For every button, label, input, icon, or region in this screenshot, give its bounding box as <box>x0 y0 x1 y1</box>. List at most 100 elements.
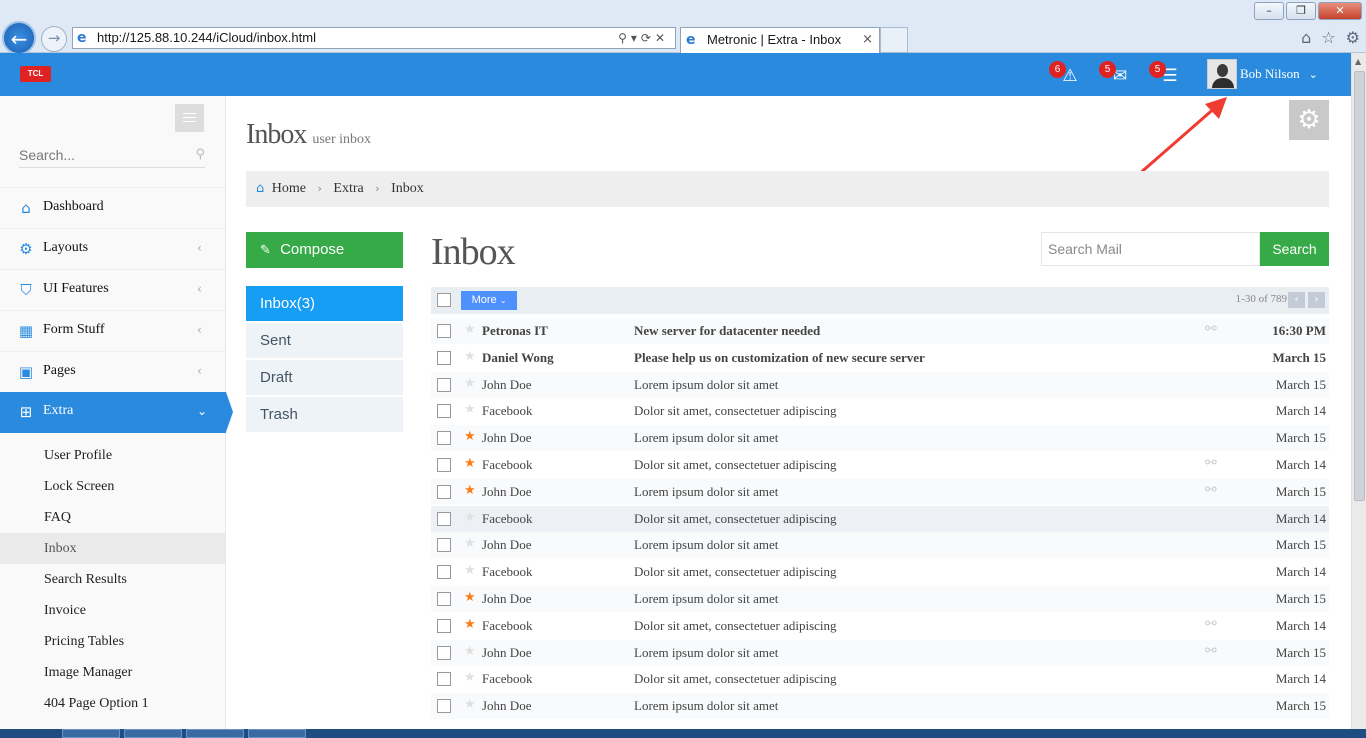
sidebar-item-form-stuff[interactable]: ▦ Form Stuff ‹ <box>0 310 226 351</box>
next-page-button[interactable]: › <box>1308 292 1325 308</box>
star-icon[interactable]: ★ <box>464 456 476 471</box>
star-icon[interactable]: ★ <box>464 590 476 605</box>
mail-row[interactable]: ★ Petronas IT New server for datacenter ne… <box>431 318 1329 344</box>
folder-trash[interactable]: Trash <box>246 397 403 433</box>
mail-row[interactable]: ★ Facebook Dolor sit amet, consectetuer ad… <box>431 452 1329 478</box>
folder-draft[interactable]: Draft <box>246 360 403 396</box>
sidebar-subitem-invoice[interactable]: Invoice <box>0 595 225 626</box>
star-icon[interactable]: ★ <box>464 697 476 712</box>
scroll-up-icon[interactable]: ▲ <box>1355 57 1361 66</box>
browser-tab[interactable]: e Metronic | Extra - Inbox × <box>680 27 880 53</box>
new-tab-button[interactable] <box>880 27 908 53</box>
favorites-star-icon[interactable]: ☆ <box>1321 28 1335 47</box>
row-checkbox[interactable] <box>437 324 451 338</box>
logo[interactable]: TCL <box>20 66 51 82</box>
row-checkbox[interactable] <box>437 485 451 499</box>
sidebar-item-layouts[interactable]: ⚙ Layouts ‹ <box>0 228 226 269</box>
row-checkbox[interactable] <box>437 431 451 445</box>
sidebar-item-extra[interactable]: ⊞ Extra ⌄ <box>0 392 233 433</box>
mail-row[interactable]: ★ Facebook Dolor sit amet, consectetuer ad… <box>431 666 1329 692</box>
back-button[interactable]: ← <box>2 21 36 55</box>
row-checkbox[interactable] <box>437 565 451 579</box>
minimize-icon[interactable]: – <box>1254 2 1284 20</box>
mail-row[interactable]: ★ Daniel Wong Please help us on customizat… <box>431 345 1329 371</box>
row-checkbox[interactable] <box>437 458 451 472</box>
sidebar-subitem-search-results[interactable]: Search Results <box>0 564 225 595</box>
row-checkbox[interactable] <box>437 351 451 365</box>
sidebar-subitem-faq[interactable]: FAQ <box>0 502 225 533</box>
mail-row[interactable]: ★ John Doe Lorem ipsum dolor sit amet ⚯ Marc… <box>431 640 1329 666</box>
row-checkbox[interactable] <box>437 404 451 418</box>
restore-icon[interactable]: ❐ <box>1286 2 1316 20</box>
star-icon[interactable]: ★ <box>464 429 476 444</box>
breadcrumb-extra[interactable]: Extra <box>333 181 363 196</box>
star-icon[interactable]: ★ <box>464 563 476 578</box>
star-icon[interactable]: ★ <box>464 483 476 498</box>
mail-row[interactable]: ★ Facebook Dolor sit amet, consectetuer ad… <box>431 506 1329 532</box>
mail-row[interactable]: ★ Facebook Dolor sit amet, consectetuer ad… <box>431 559 1329 585</box>
taskbar-app[interactable] <box>124 729 182 738</box>
sidebar-subitem-image-manager[interactable]: Image Manager <box>0 657 225 688</box>
star-icon[interactable]: ★ <box>464 402 476 417</box>
inbox-button[interactable]: ✉ 5 <box>1099 61 1133 87</box>
sidebar-item-ui-features[interactable]: ⛉ UI Features ‹ <box>0 269 226 310</box>
breadcrumb-home[interactable]: Home <box>272 181 306 196</box>
mail-row[interactable]: ★ Facebook Dolor sit amet, consectetuer ad… <box>431 613 1329 639</box>
mail-row[interactable]: ★ John Doe Lorem ipsum dolor sit amet March… <box>431 532 1329 558</box>
address-tools-icon[interactable]: ⚲▾⟳✕ <box>618 28 669 48</box>
tasks-button[interactable]: ☰ 5 <box>1149 61 1183 87</box>
taskbar-app[interactable] <box>186 729 244 738</box>
row-checkbox[interactable] <box>437 619 451 633</box>
mail-row[interactable]: ★ John Doe Lorem ipsum dolor sit amet ⚯ Marc… <box>431 479 1329 505</box>
theme-settings-button[interactable]: ⚙ <box>1289 100 1329 140</box>
vertical-scrollbar[interactable]: ▲ <box>1351 53 1366 729</box>
sidebar-subitem-pricing-tables[interactable]: Pricing Tables <box>0 626 225 657</box>
more-dropdown-button[interactable]: More ⌄ <box>461 291 517 310</box>
notifications-button[interactable]: ⚠ 6 <box>1049 61 1083 87</box>
search-mail-input[interactable]: Search Mail <box>1041 232 1260 266</box>
row-checkbox[interactable] <box>437 538 451 552</box>
scrollbar-thumb[interactable] <box>1354 71 1365 501</box>
window-close-icon[interactable]: ✕ <box>1318 2 1362 20</box>
star-icon[interactable]: ★ <box>464 644 476 659</box>
mail-row[interactable]: ★ Facebook Dolor sit amet, consectetuer ad… <box>431 398 1329 424</box>
row-checkbox[interactable] <box>437 592 451 606</box>
row-checkbox[interactable] <box>437 512 451 526</box>
sidebar-item-pages[interactable]: ▣ Pages ‹ <box>0 351 226 392</box>
sidebar-subitem-lock-screen[interactable]: Lock Screen <box>0 471 225 502</box>
star-icon[interactable]: ★ <box>464 349 476 364</box>
mail-row[interactable]: ★ John Doe Lorem ipsum dolor sit amet March… <box>431 372 1329 398</box>
address-bar[interactable]: e http://125.88.10.244/iCloud/inbox.html… <box>72 27 676 49</box>
compose-button[interactable]: ✎ Compose <box>246 232 403 268</box>
sidebar-subitem-404-page[interactable]: 404 Page Option 1 <box>0 688 225 719</box>
sidebar-subitem-user-profile[interactable]: User Profile <box>0 440 225 471</box>
tab-close-icon[interactable]: × <box>862 28 873 52</box>
taskbar-app[interactable] <box>248 729 306 738</box>
folder-sent[interactable]: Sent <box>246 323 403 359</box>
sidebar-search-input[interactable]: Search... ⚲ <box>19 143 205 168</box>
star-icon[interactable]: ★ <box>464 322 476 337</box>
mail-row[interactable]: ★ John Doe Lorem ipsum dolor sit amet March… <box>431 693 1329 719</box>
search-button[interactable]: Search <box>1260 232 1329 266</box>
home-icon[interactable]: ⌂ <box>1301 28 1311 47</box>
mail-row[interactable]: ★ John Doe Lorem ipsum dolor sit amet March… <box>431 425 1329 451</box>
star-icon[interactable]: ★ <box>464 536 476 551</box>
star-icon[interactable]: ★ <box>464 670 476 685</box>
taskbar-app[interactable] <box>62 729 120 738</box>
star-icon[interactable]: ★ <box>464 510 476 525</box>
sidebar-toggler[interactable] <box>175 104 204 132</box>
sidebar-subitem-inbox[interactable]: Inbox <box>0 533 225 564</box>
mail-row[interactable]: ★ John Doe Lorem ipsum dolor sit amet March… <box>431 586 1329 612</box>
folder-inbox[interactable]: Inbox(3) <box>246 286 403 322</box>
select-all-checkbox[interactable] <box>437 293 451 307</box>
search-icon[interactable]: ⚲ <box>195 143 205 167</box>
row-checkbox[interactable] <box>437 672 451 686</box>
star-icon[interactable]: ★ <box>464 617 476 632</box>
star-icon[interactable]: ★ <box>464 376 476 391</box>
sidebar-item-dashboard[interactable]: ⌂ Dashboard <box>0 187 226 228</box>
prev-page-button[interactable]: ‹ <box>1288 292 1305 308</box>
row-checkbox[interactable] <box>437 378 451 392</box>
forward-button[interactable]: → <box>41 26 67 52</box>
row-checkbox[interactable] <box>437 646 451 660</box>
user-dropdown[interactable]: Bob Nilson ⌄ <box>1207 59 1318 89</box>
